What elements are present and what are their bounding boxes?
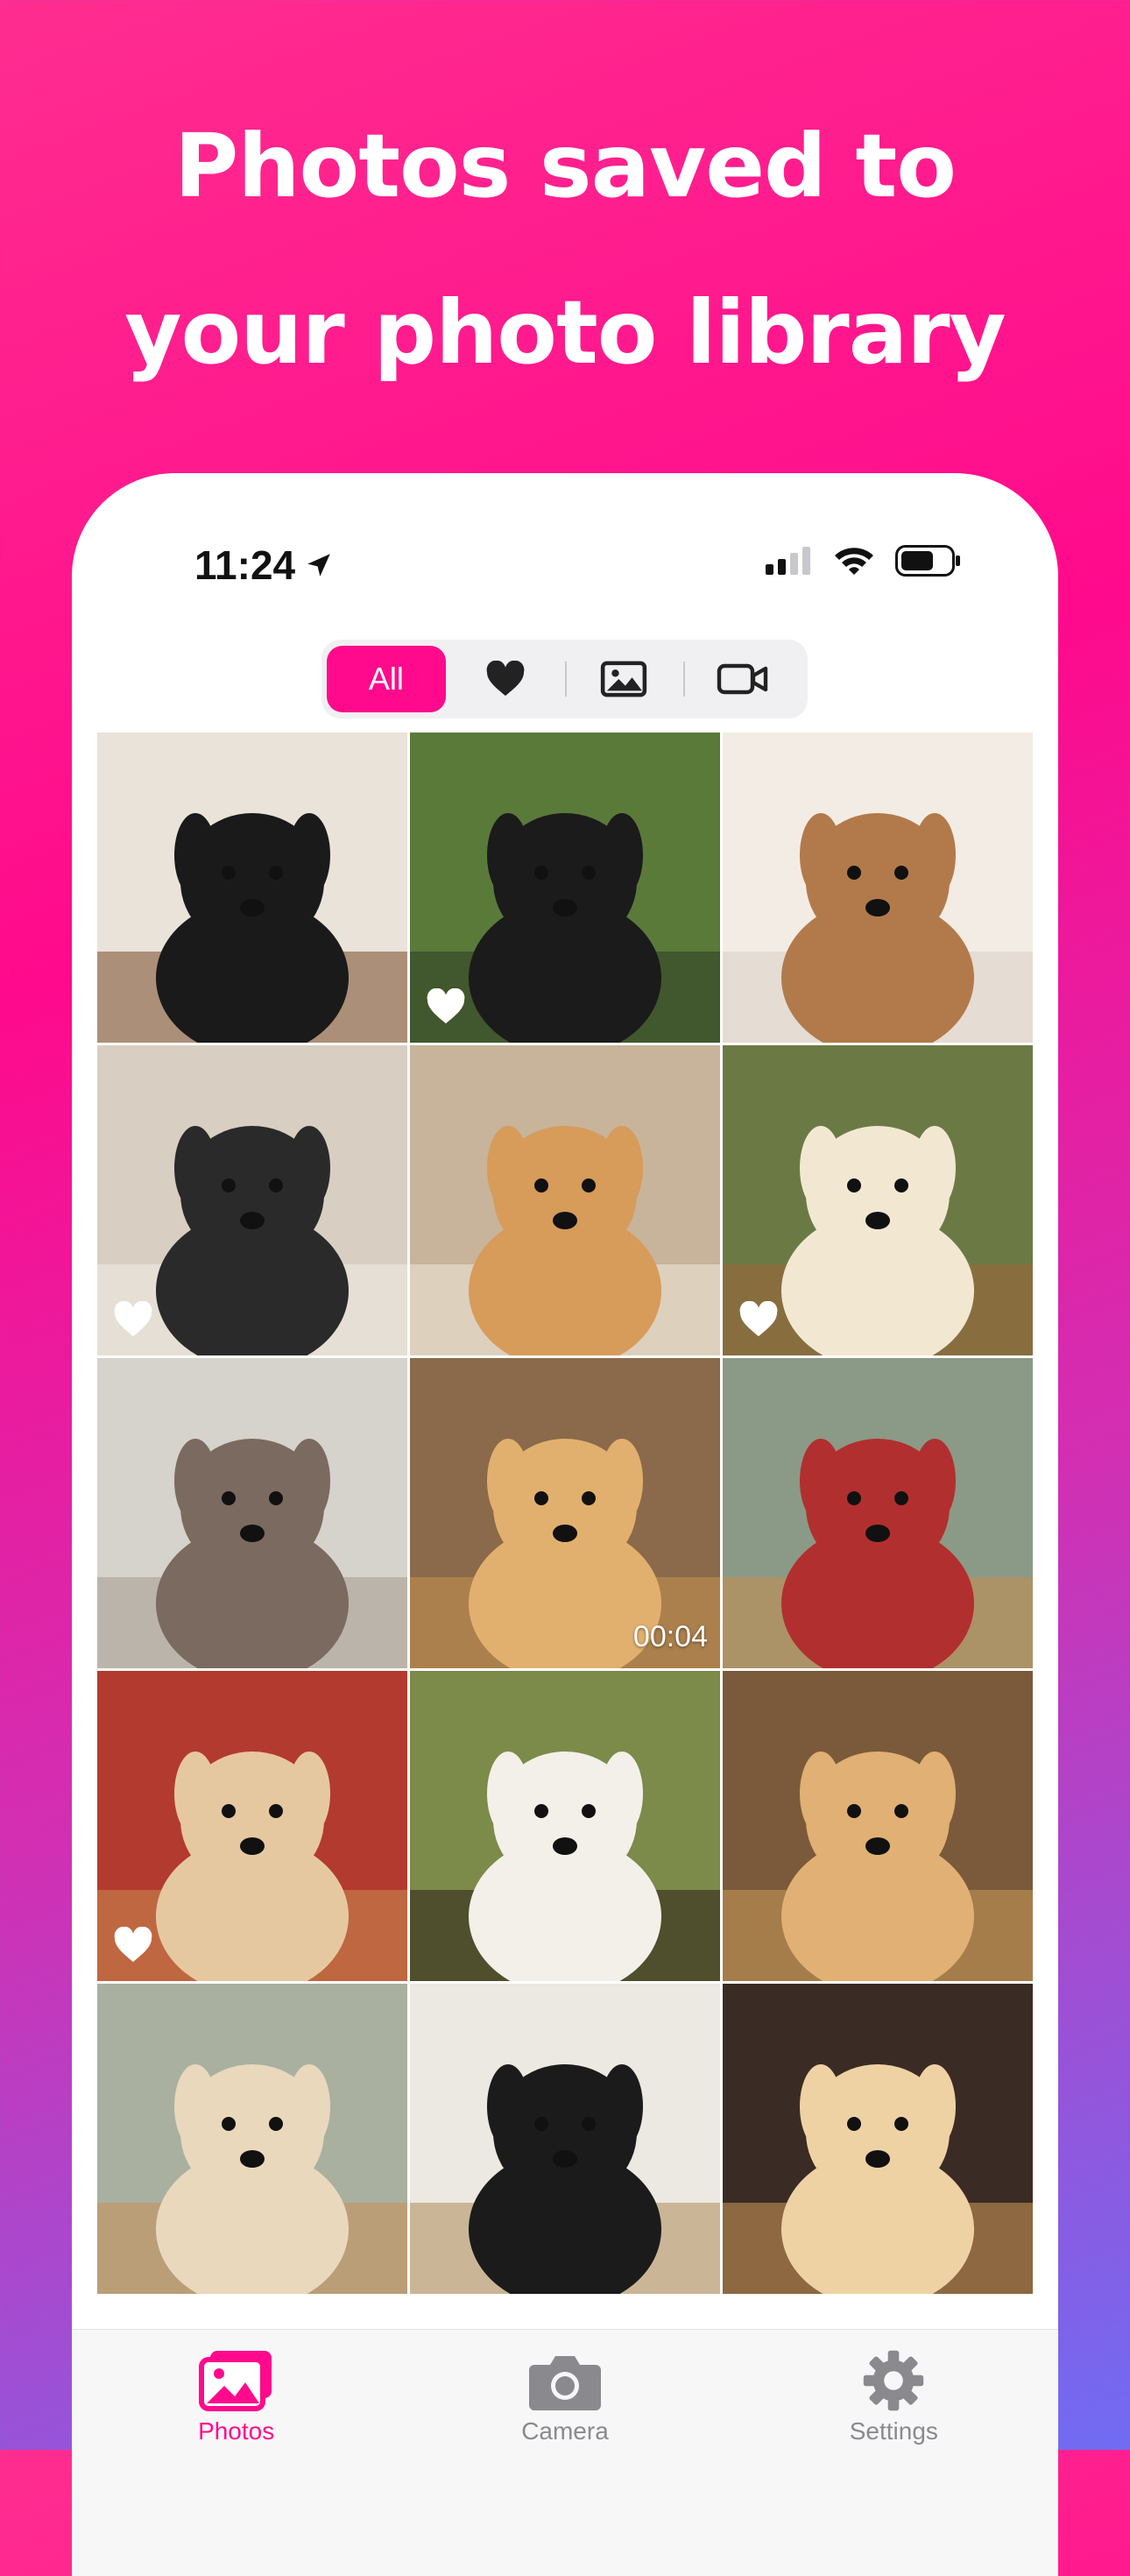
headline-line-2: your photo library	[124, 281, 1006, 384]
photo-thumbnail[interactable]	[97, 732, 407, 1043]
photo-thumbnail[interactable]	[97, 1358, 407, 1668]
photo-thumbnail[interactable]	[97, 1984, 407, 2294]
dog-photo	[723, 1358, 1033, 1668]
photo-thumbnail[interactable]: 00:04	[410, 1358, 720, 1668]
headline: Photos saved to your photo library	[0, 83, 1130, 416]
dog-photo	[723, 732, 1033, 1043]
heart-icon	[486, 661, 525, 697]
filter-favorites-button[interactable]	[446, 646, 565, 712]
time-label: 11:24	[194, 542, 296, 588]
photo-icon	[601, 661, 647, 697]
photo-thumbnail[interactable]	[410, 1671, 720, 1981]
dog-photo	[410, 1984, 720, 2294]
dog-photo	[410, 1671, 720, 1981]
tab-settings[interactable]: Settings	[771, 2349, 1016, 2576]
video-duration: 00:04	[632, 1620, 708, 1653]
photos-icon	[198, 2351, 272, 2411]
battery-icon	[895, 545, 960, 577]
favorite-heart-icon	[426, 987, 466, 1029]
favorite-heart-icon	[738, 1300, 779, 1341]
status-time: 11:24	[194, 541, 334, 589]
photo-grid: 00:04	[97, 732, 1033, 2294]
filter-segmented-control: All	[321, 640, 808, 718]
photo-thumbnail[interactable]	[410, 1045, 720, 1355]
cellular-signal-icon	[766, 547, 810, 575]
headline-line-1: Photos saved to	[174, 115, 957, 217]
gear-icon	[864, 2350, 924, 2411]
tab-camera[interactable]: Camera	[442, 2349, 688, 2576]
favorite-heart-icon	[113, 1300, 153, 1341]
photo-thumbnail[interactable]	[97, 1671, 407, 1981]
dog-photo	[723, 1671, 1033, 1981]
phone-frame: 11:24 All 00:04 Photos Camera Settings	[72, 473, 1058, 2576]
filter-all-label: All	[368, 661, 404, 697]
tab-photos-label: Photos	[198, 2417, 275, 2445]
dog-photo	[723, 1984, 1033, 2294]
photo-thumbnail[interactable]	[97, 1045, 407, 1355]
favorite-heart-icon	[113, 1926, 153, 1967]
dog-photo	[410, 1045, 720, 1355]
photo-thumbnail[interactable]	[410, 732, 720, 1043]
photo-thumbnail[interactable]	[723, 1671, 1033, 1981]
photo-thumbnail[interactable]	[723, 1984, 1033, 2294]
filter-videos-button[interactable]	[683, 646, 802, 712]
dog-photo	[97, 732, 407, 1043]
dog-photo	[97, 1984, 407, 2294]
filter-photos-button[interactable]	[564, 646, 684, 712]
wifi-icon	[835, 548, 873, 575]
photo-thumbnail[interactable]	[723, 732, 1033, 1043]
video-icon	[717, 663, 768, 695]
photo-thumbnail[interactable]	[723, 1358, 1033, 1668]
filter-all-button[interactable]: All	[327, 646, 446, 712]
tab-photos[interactable]: Photos	[114, 2349, 359, 2576]
camera-icon	[528, 2356, 601, 2410]
location-arrow-icon	[307, 554, 330, 577]
tab-bar: Photos Camera Settings	[72, 2329, 1058, 2576]
status-indicators	[766, 545, 962, 577]
photo-thumbnail[interactable]	[723, 1045, 1033, 1355]
photo-thumbnail[interactable]	[410, 1984, 720, 2294]
dog-photo	[97, 1358, 407, 1668]
tab-camera-label: Camera	[521, 2417, 609, 2445]
tab-settings-label: Settings	[849, 2417, 938, 2445]
